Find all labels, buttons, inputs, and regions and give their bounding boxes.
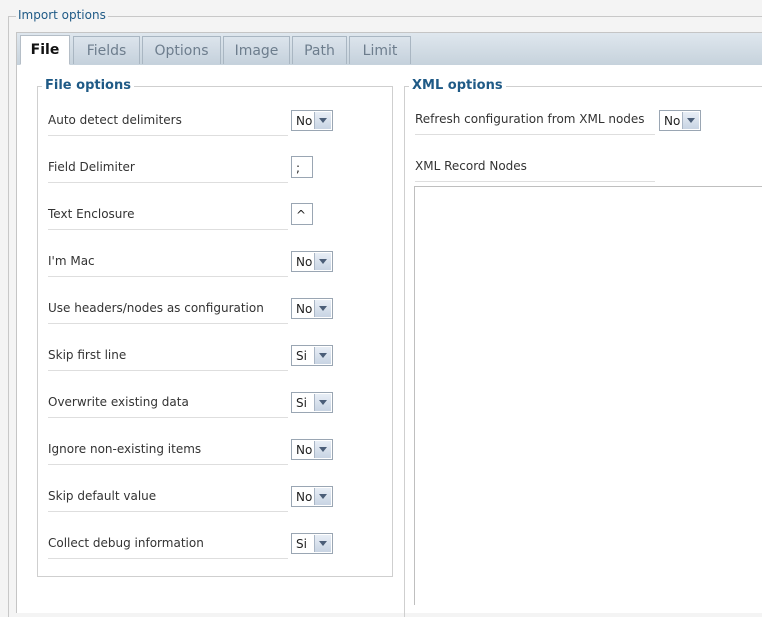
file-options-legend: File options <box>42 78 134 93</box>
im-mac-value: No <box>296 255 313 269</box>
import-options-legend: Import options <box>16 8 108 22</box>
ignore-non-existing-items-select[interactable]: No <box>291 439 333 460</box>
field-delimiter-label: Field Delimiter <box>48 160 288 183</box>
overwrite-existing-data-label: Overwrite existing data <box>48 395 288 418</box>
chevron-down-icon <box>314 347 331 364</box>
chevron-down-icon <box>314 441 331 458</box>
overwrite-existing-data-select[interactable]: Si <box>291 392 333 413</box>
refresh-configuration-select[interactable]: No <box>659 110 701 131</box>
skip-first-line-value: Si <box>296 349 307 363</box>
tab-options[interactable]: Options <box>142 36 221 64</box>
chevron-down-icon <box>314 300 331 317</box>
use-headers-value: No <box>296 302 313 316</box>
text-enclosure-input[interactable]: ^ <box>291 203 313 225</box>
text-enclosure-label: Text Enclosure <box>48 207 288 230</box>
tab-image[interactable]: Image <box>223 36 290 64</box>
auto-detect-delimiters-select[interactable]: No <box>291 110 333 131</box>
collect-debug-information-select[interactable]: Si <box>291 533 333 554</box>
auto-detect-delimiters-value: No <box>296 114 313 128</box>
chevron-down-icon <box>314 535 331 552</box>
skip-default-value-label: Skip default value <box>48 489 288 512</box>
skip-first-line-label: Skip first line <box>48 348 288 371</box>
tab-limit[interactable]: Limit <box>349 36 411 64</box>
skip-first-line-select[interactable]: Si <box>291 345 333 366</box>
tab-fields[interactable]: Fields <box>73 36 140 64</box>
xml-record-nodes-label: XML Record Nodes <box>415 159 655 182</box>
im-mac-label: I'm Mac <box>48 254 288 277</box>
skip-default-value-value: No <box>296 490 313 504</box>
field-delimiter-input[interactable]: ; <box>291 156 313 178</box>
chevron-down-icon <box>314 112 331 129</box>
overwrite-existing-data-value: Si <box>296 396 307 410</box>
im-mac-select[interactable]: No <box>291 251 333 272</box>
skip-default-value-select[interactable]: No <box>291 486 333 507</box>
tab-file[interactable]: File <box>20 35 70 65</box>
collect-debug-information-label: Collect debug information <box>48 536 288 559</box>
xml-options-legend: XML options <box>409 78 506 93</box>
ignore-non-existing-items-label: Ignore non-existing items <box>48 442 288 465</box>
xml-record-nodes-textarea[interactable] <box>414 186 762 605</box>
chevron-down-icon <box>314 394 331 411</box>
auto-detect-delimiters-label: Auto detect delimiters <box>48 113 288 136</box>
chevron-down-icon <box>314 488 331 505</box>
tab-path[interactable]: Path <box>292 36 347 64</box>
chevron-down-icon <box>314 253 331 270</box>
use-headers-label: Use headers/nodes as configuration <box>48 301 288 324</box>
refresh-configuration-value: No <box>664 114 681 128</box>
text-enclosure-value: ^ <box>296 208 307 222</box>
ignore-non-existing-items-value: No <box>296 443 313 457</box>
chevron-down-icon <box>682 112 699 129</box>
refresh-configuration-label: Refresh configuration from XML nodes <box>415 112 655 135</box>
collect-debug-information-value: Si <box>296 537 307 551</box>
field-delimiter-value: ; <box>296 161 301 175</box>
use-headers-select[interactable]: No <box>291 298 333 319</box>
